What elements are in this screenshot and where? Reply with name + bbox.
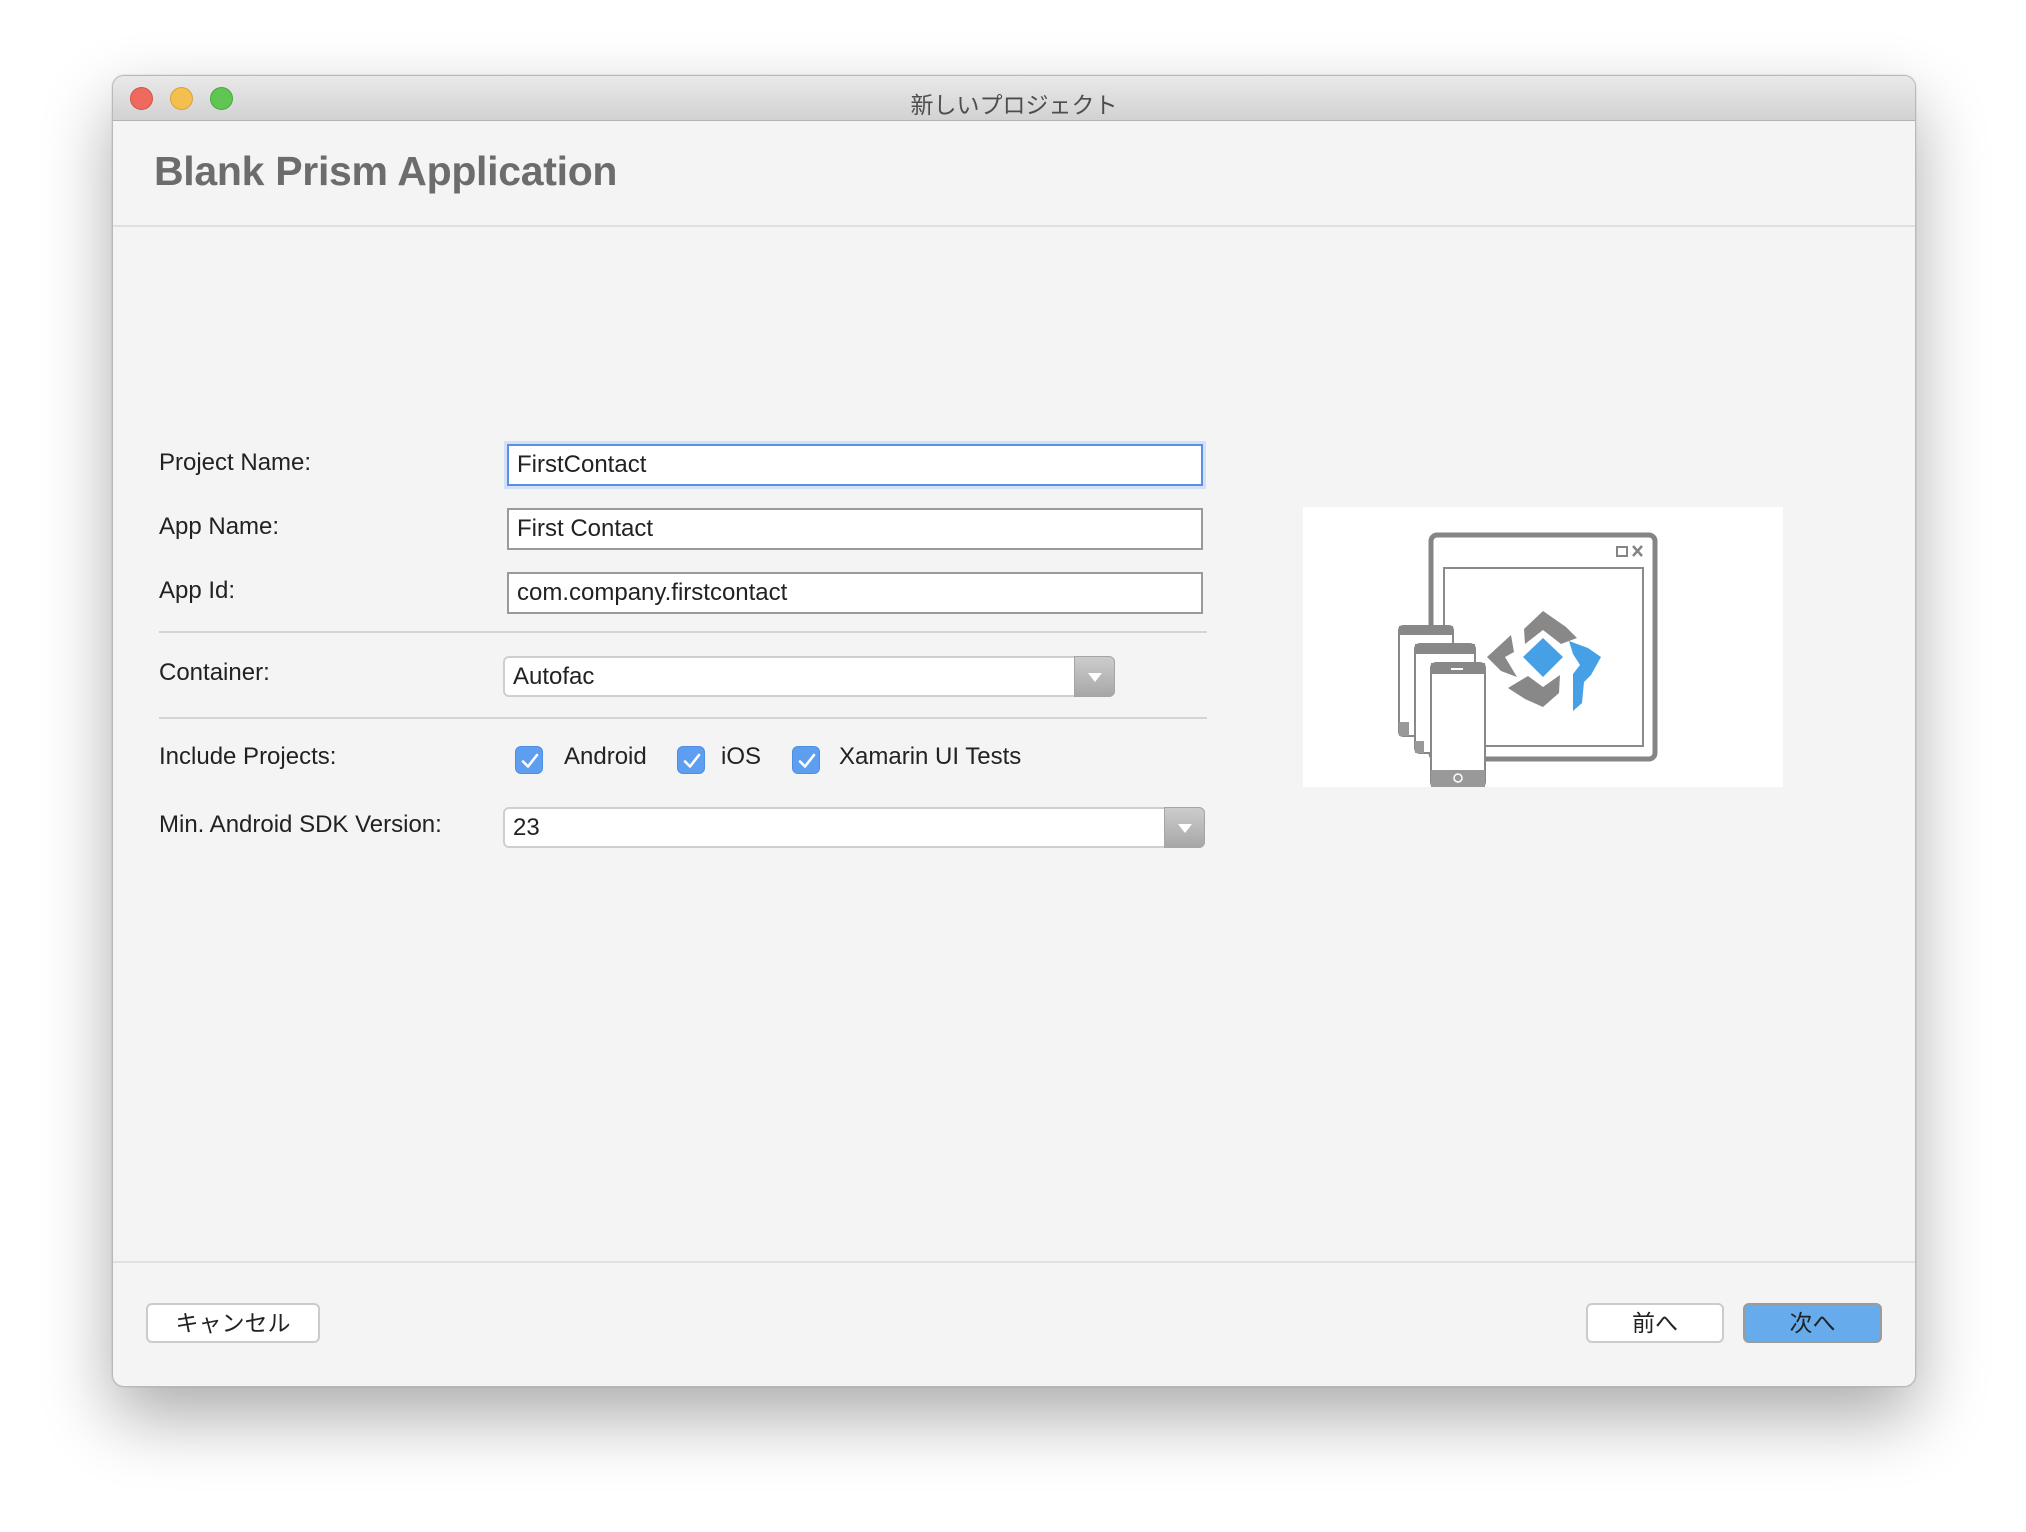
container-label: Container: — [159, 659, 270, 686]
project-name-input[interactable] — [507, 444, 1203, 486]
app-name-label: App Name: — [159, 513, 280, 540]
close-glyph-icon — [1632, 545, 1643, 557]
android-checkbox-label[interactable]: Android — [564, 743, 647, 771]
android-checkbox[interactable] — [515, 746, 543, 774]
window-title: 新しいプロジェクト — [910, 92, 1118, 118]
phone-front-bottom — [1431, 770, 1485, 787]
app-id-label: App Id: — [159, 577, 236, 604]
phone-middle-bottom — [1415, 741, 1424, 753]
page-title: Blank Prism Application — [154, 148, 618, 194]
chevron-down-icon — [1177, 823, 1192, 833]
chevron-down-icon — [1087, 672, 1102, 682]
ios-checkbox[interactable] — [677, 746, 705, 774]
phone-back-topbar — [1399, 626, 1453, 635]
new-project-dialog: 新しいプロジェクト Blank Prism Application Projec… — [112, 75, 1916, 1387]
form-divider — [159, 631, 1207, 633]
min-sdk-selected-value: 23 — [513, 814, 540, 841]
cancel-button[interactable]: キャンセル — [146, 1303, 320, 1343]
next-button[interactable]: 次へ — [1743, 1303, 1882, 1343]
prism-app-icon — [1398, 532, 1658, 788]
dialog-header: Blank Prism Application — [113, 121, 1915, 227]
phone-speaker — [1451, 668, 1463, 670]
min-sdk-select[interactable]: 23 — [503, 807, 1205, 848]
min-sdk-dropdown-button[interactable] — [1164, 807, 1205, 848]
phone-middle-topbar — [1415, 644, 1475, 654]
container-select[interactable]: Autofac — [503, 656, 1115, 697]
maximize-glyph-icon — [1616, 546, 1628, 557]
ios-checkbox-label[interactable]: iOS — [721, 743, 761, 771]
min-sdk-label: Min. Android SDK Version: — [159, 811, 442, 838]
app-name-input[interactable] — [507, 508, 1203, 550]
template-preview — [1303, 507, 1783, 788]
previous-button[interactable]: 前へ — [1586, 1303, 1724, 1343]
container-selected-value: Autofac — [513, 663, 595, 690]
checkmark-icon — [798, 753, 816, 768]
app-id-input[interactable] — [507, 572, 1203, 614]
title-bar: 新しいプロジェクト — [113, 76, 1915, 121]
checkmark-icon — [683, 753, 701, 768]
form-divider — [159, 717, 1207, 719]
xamarin-ui-tests-checkbox[interactable] — [792, 746, 820, 774]
checkmark-icon — [521, 753, 539, 768]
footer-divider — [113, 1261, 1915, 1263]
phone-front-icon — [1430, 662, 1486, 788]
xamarin-ui-tests-checkbox-label[interactable]: Xamarin UI Tests — [839, 743, 1021, 771]
include-projects-label: Include Projects: — [159, 743, 337, 770]
container-dropdown-button[interactable] — [1074, 656, 1115, 697]
phone-back-bottom — [1399, 722, 1409, 736]
project-name-label: Project Name: — [159, 449, 312, 476]
